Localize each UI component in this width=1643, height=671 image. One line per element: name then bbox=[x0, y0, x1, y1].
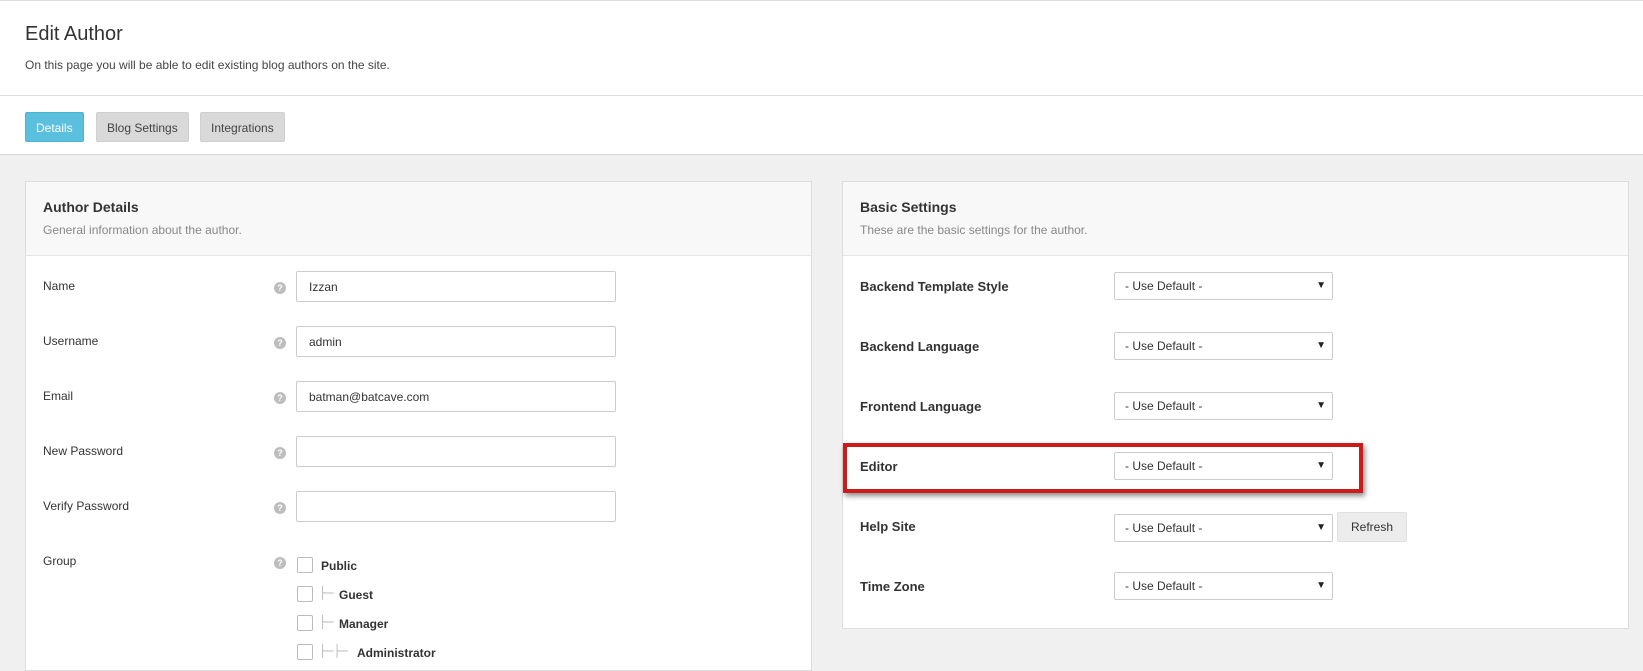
select-value: - Use Default - bbox=[1125, 459, 1203, 473]
backend-template-style-select[interactable]: - Use Default - ▼ bbox=[1114, 272, 1333, 300]
help-icon[interactable]: ? bbox=[274, 282, 286, 294]
backend-template-style-label: Backend Template Style bbox=[860, 279, 1009, 294]
select-value: - Use Default - bbox=[1125, 521, 1203, 535]
backend-language-select[interactable]: - Use Default - ▼ bbox=[1114, 332, 1333, 360]
basic-settings-header: Basic Settings These are the basic setti… bbox=[843, 182, 1628, 256]
frontend-language-select[interactable]: - Use Default - ▼ bbox=[1114, 392, 1333, 420]
tree-connector: ├─ bbox=[319, 615, 334, 629]
tab-details[interactable]: Details bbox=[25, 112, 84, 142]
caret-down-icon: ▼ bbox=[1316, 522, 1326, 533]
email-label: Email bbox=[43, 389, 74, 403]
group-label: Group bbox=[43, 554, 77, 568]
group-label-guest: Guest bbox=[339, 588, 374, 602]
verify-password-label: Verify Password bbox=[43, 499, 130, 513]
backend-language-label: Backend Language bbox=[860, 339, 980, 354]
email-input[interactable] bbox=[296, 381, 616, 412]
caret-down-icon: ▼ bbox=[1316, 340, 1326, 351]
new-password-label: New Password bbox=[43, 444, 124, 458]
frontend-language-label: Frontend Language bbox=[860, 399, 982, 414]
name-label: Name bbox=[43, 279, 76, 293]
help-icon[interactable]: ? bbox=[274, 447, 286, 459]
caret-down-icon: ▼ bbox=[1316, 460, 1326, 471]
group-label-public: Public bbox=[321, 559, 358, 573]
caret-down-icon: ▼ bbox=[1316, 400, 1326, 411]
help-site-label: Help Site bbox=[860, 519, 916, 534]
editor-select[interactable]: - Use Default - ▼ bbox=[1114, 452, 1333, 480]
time-zone-label: Time Zone bbox=[860, 579, 925, 594]
group-checkbox-guest[interactable] bbox=[297, 586, 313, 602]
author-details-subtitle: General information about the author. bbox=[43, 223, 242, 237]
basic-settings-subtitle: These are the basic settings for the aut… bbox=[860, 223, 1088, 237]
help-icon[interactable]: ? bbox=[274, 502, 286, 514]
select-value: - Use Default - bbox=[1125, 279, 1203, 293]
help-icon[interactable]: ? bbox=[274, 557, 286, 569]
page-header: Edit Author On this page you will be abl… bbox=[0, 0, 1643, 96]
tab-bar: Details Blog Settings Integrations bbox=[0, 96, 1643, 155]
page-description: On this page you will be able to edit ex… bbox=[25, 58, 390, 72]
tab-integrations[interactable]: Integrations bbox=[200, 112, 285, 142]
select-value: - Use Default - bbox=[1125, 339, 1203, 353]
help-site-select[interactable]: - Use Default - ▼ bbox=[1114, 514, 1333, 542]
author-details-header: Author Details General information about… bbox=[26, 182, 811, 256]
tree-connector: ├─├─ bbox=[319, 644, 348, 658]
group-label-manager: Manager bbox=[339, 617, 389, 631]
help-icon[interactable]: ? bbox=[274, 337, 286, 349]
caret-down-icon: ▼ bbox=[1316, 580, 1326, 591]
basic-settings-panel: Basic Settings These are the basic setti… bbox=[842, 181, 1629, 629]
select-value: - Use Default - bbox=[1125, 579, 1203, 593]
editor-label: Editor bbox=[860, 459, 898, 474]
refresh-button[interactable]: Refresh bbox=[1337, 512, 1407, 542]
author-details-panel: Author Details General information about… bbox=[25, 181, 812, 671]
tab-blog-settings[interactable]: Blog Settings bbox=[96, 112, 189, 142]
page-title: Edit Author bbox=[25, 23, 123, 45]
group-checkbox-administrator[interactable] bbox=[297, 644, 313, 660]
tree-connector: ├─ bbox=[319, 586, 334, 600]
name-input[interactable] bbox=[296, 271, 616, 302]
help-icon[interactable]: ? bbox=[274, 392, 286, 404]
group-label-administrator: Administrator bbox=[357, 646, 436, 660]
new-password-input[interactable] bbox=[296, 436, 616, 467]
verify-password-input[interactable] bbox=[296, 491, 616, 522]
group-checkbox-manager[interactable] bbox=[297, 615, 313, 631]
basic-settings-title: Basic Settings bbox=[860, 199, 957, 215]
group-checkbox-public[interactable] bbox=[297, 557, 313, 573]
caret-down-icon: ▼ bbox=[1316, 280, 1326, 291]
select-value: - Use Default - bbox=[1125, 399, 1203, 413]
username-label: Username bbox=[43, 334, 99, 348]
username-input[interactable] bbox=[296, 326, 616, 357]
time-zone-select[interactable]: - Use Default - ▼ bbox=[1114, 572, 1333, 600]
author-details-title: Author Details bbox=[43, 199, 139, 215]
